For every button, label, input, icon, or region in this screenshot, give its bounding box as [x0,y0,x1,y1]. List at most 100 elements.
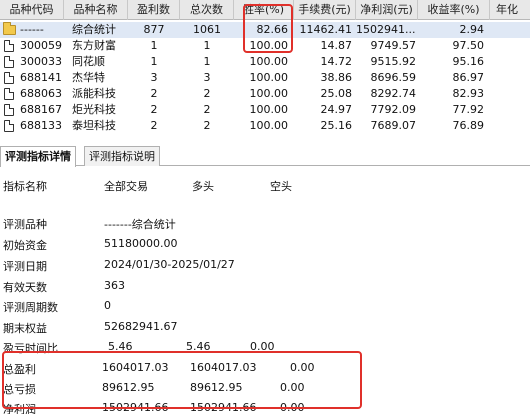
detail-value-all: 52682941.67 [104,320,178,333]
detail-value-all: -------综合统计 [104,218,176,231]
cell-code: 300033 [20,55,62,68]
cell-return: 95.16 [452,55,485,68]
cell-return: 76.89 [452,119,485,132]
detail-header-all: 全部交易 [104,180,148,193]
table-row[interactable]: 300059 东方财富 1 1 100.00 14.87 9749.57 97.50 [0,38,530,54]
cell-profit: 8696.59 [370,71,417,84]
cell-return: 77.92 [452,103,485,116]
results-grid: 品种代码 品种名称 盈利数 总次数 胜率(%) 手续费(元) 净利润(元) 收益… [0,0,530,140]
cell-winrate: 100.00 [249,39,289,52]
cell-fee: 25.08 [320,87,353,100]
cell-code: 688141 [20,71,62,84]
col-header-name[interactable]: 品种名称 [64,0,128,20]
summary-row[interactable]: ------ 综合统计 877 1061 82.66 11462.41 1502… [0,22,530,38]
cell-profit: 7689.07 [370,119,417,132]
cell-total: 3 [203,71,211,84]
detail-value-long: 1502941.66 [190,401,257,414]
detail-label: 评测日期 [3,260,47,273]
cell-winrate: 100.00 [249,55,289,68]
cell-return: 97.50 [452,39,485,52]
tab-metric-help[interactable]: 评测指标说明 [84,146,160,166]
cell-name: 泰坦科技 [72,119,116,132]
cell-name: 派能科技 [72,87,116,100]
cell-profit: 9515.92 [370,55,417,68]
cell-winrate: 100.00 [249,119,289,132]
detail-header-short: 空头 [270,180,292,193]
tab-bar: 评测指标详情 评测指标说明 [0,146,530,167]
table-row[interactable]: 688133 泰坦科技 2 2 100.00 25.16 7689.07 76.89 [0,118,530,134]
cell-fee: 14.87 [320,39,353,52]
cell-profit: 8292.74 [370,87,417,100]
detail-header-long: 多头 [192,180,214,193]
cell-name: 同花顺 [72,55,105,68]
cell-wins: 2 [150,87,158,100]
detail-label: 初始资金 [3,239,47,252]
cell-total: 1 [203,39,211,52]
cell-total: 2 [203,87,211,100]
cell-profit: 7792.09 [370,103,417,116]
detail-value-all: 51180000.00 [104,237,178,250]
detail-label: 有效天数 [3,281,47,294]
detail-label: 评测品种 [3,218,47,231]
cell-code: 300059 [20,39,62,52]
cell-name: 炬光科技 [72,103,116,116]
cell-fee: 38.86 [320,71,353,84]
cell-total: 2 [203,103,211,116]
table-row[interactable]: 688141 杰华特 3 3 100.00 38.86 8696.59 86.97 [0,70,530,86]
col-header-total[interactable]: 总次数 [180,0,234,20]
detail-value-all: 5.46 [108,340,133,353]
cell-fee: 14.72 [320,55,353,68]
detail-value-all: 2024/01/30-2025/01/27 [104,258,235,271]
table-row[interactable]: 688167 炬光科技 2 2 100.00 24.97 7792.09 77.92 [0,102,530,118]
col-header-wins[interactable]: 盈利数 [128,0,180,20]
tab-metric-details[interactable]: 评测指标详情 [0,146,76,167]
table-row[interactable]: 688063 派能科技 2 2 100.00 25.08 8292.74 82.93 [0,86,530,102]
col-header-profit[interactable]: 净利润(元) [356,0,418,20]
cell-fee: 24.97 [320,103,353,116]
cell-return: 82.93 [452,87,485,100]
detail-label: 净利润 [3,403,36,414]
highlight-profit-loss [2,351,362,409]
col-header-fee[interactable]: 手续费(元) [294,0,356,20]
cell-total: 2 [203,119,211,132]
detail-value-long: 1604017.03 [190,361,257,374]
cell-winrate: 100.00 [249,87,289,100]
cell-code: 688063 [20,87,62,100]
col-header-winrate[interactable]: 胜率(%) [234,0,294,20]
cell-name: 杰华特 [72,71,105,84]
cell-fee: 25.16 [320,119,353,132]
detail-value-short: 0.00 [280,381,305,394]
cell-winrate: 100.00 [249,71,289,84]
grid-header: 品种代码 品种名称 盈利数 总次数 胜率(%) 手续费(元) 净利润(元) 收益… [0,0,530,20]
cell-return: 86.97 [452,71,485,84]
table-row[interactable]: 300033 同花顺 1 1 100.00 14.72 9515.92 95.16 [0,54,530,70]
detail-value-all: 363 [104,279,125,292]
col-header-return[interactable]: 收益率(%) [418,0,490,20]
cell-code: 688167 [20,103,62,116]
cell-wins: 1 [150,39,158,52]
detail-value-all: 1604017.03 [102,361,169,374]
cell-wins: 1 [150,55,158,68]
detail-label: 评测周期数 [3,301,58,314]
detail-value-long: 89612.95 [190,381,243,394]
detail-value-long: 5.46 [186,340,211,353]
cell-winrate: 100.00 [249,103,289,116]
detail-value-all: 89612.95 [102,381,155,394]
detail-value-all: 0 [104,299,111,312]
cell-total: 1 [203,55,211,68]
cell-wins: 2 [150,119,158,132]
cell-name: 东方财富 [72,39,116,52]
detail-value-short: 0.00 [290,361,315,374]
detail-label: 盈亏时间比 [3,342,58,355]
cell-code: 688133 [20,119,62,132]
detail-value-short: 0.00 [250,340,275,353]
cell-wins: 2 [150,103,158,116]
detail-value-all: 1502941.66 [102,401,169,414]
col-header-annual[interactable]: 年化 [490,0,530,20]
cell-wins: 3 [150,71,158,84]
detail-label: 总亏损 [3,383,36,396]
cell-profit: 9749.57 [370,39,417,52]
col-header-code[interactable]: 品种代码 [0,0,64,20]
detail-value-short: 0.00 [280,401,305,414]
detail-label: 总盈利 [3,363,36,376]
